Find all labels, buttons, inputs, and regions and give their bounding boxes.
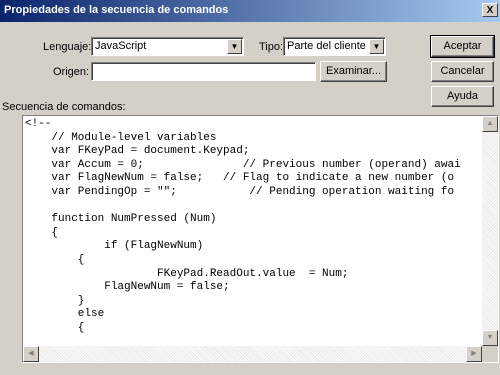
type-value: Parte del cliente — [287, 40, 366, 52]
arrow-right-icon[interactable]: ▶ — [466, 346, 482, 362]
browse-button[interactable]: Examinar... — [320, 61, 387, 82]
language-select[interactable]: JavaScript ▼ — [91, 37, 244, 56]
accept-button[interactable]: Aceptar — [430, 35, 495, 58]
chevron-down-icon[interactable]: ▼ — [227, 39, 242, 54]
script-label: Secuencia de comandos: — [2, 101, 126, 113]
language-value: JavaScript — [95, 40, 147, 52]
script-code[interactable]: <!-- // Module-level variables var FKeyP… — [25, 118, 480, 346]
arrow-down-icon[interactable]: ▼ — [482, 330, 498, 346]
title-bar: Propiedades de la secuencia de comandos … — [0, 0, 500, 22]
cancel-button[interactable]: Cancelar — [431, 61, 494, 82]
scrollbar-corner — [482, 346, 498, 362]
arrow-up-icon[interactable]: ▲ — [482, 116, 498, 132]
type-select[interactable]: Parte del cliente ▼ — [283, 37, 386, 56]
horizontal-scrollbar[interactable]: ◀ ▶ — [23, 346, 482, 362]
script-editor[interactable]: <!-- // Module-level variables var FKeyP… — [22, 115, 499, 363]
vertical-scrollbar[interactable]: ▲ ▼ — [482, 116, 498, 346]
arrow-left-icon[interactable]: ◀ — [23, 346, 39, 362]
language-label: Lenguaje: — [43, 41, 92, 53]
chevron-down-icon[interactable]: ▼ — [369, 39, 384, 54]
source-input[interactable] — [91, 62, 316, 81]
window-title: Propiedades de la secuencia de comandos — [4, 4, 229, 16]
close-button[interactable]: X — [482, 3, 498, 17]
help-button[interactable]: Ayuda — [431, 86, 494, 107]
source-label: Origen: — [53, 66, 90, 78]
type-label: Tipo: — [259, 41, 284, 53]
